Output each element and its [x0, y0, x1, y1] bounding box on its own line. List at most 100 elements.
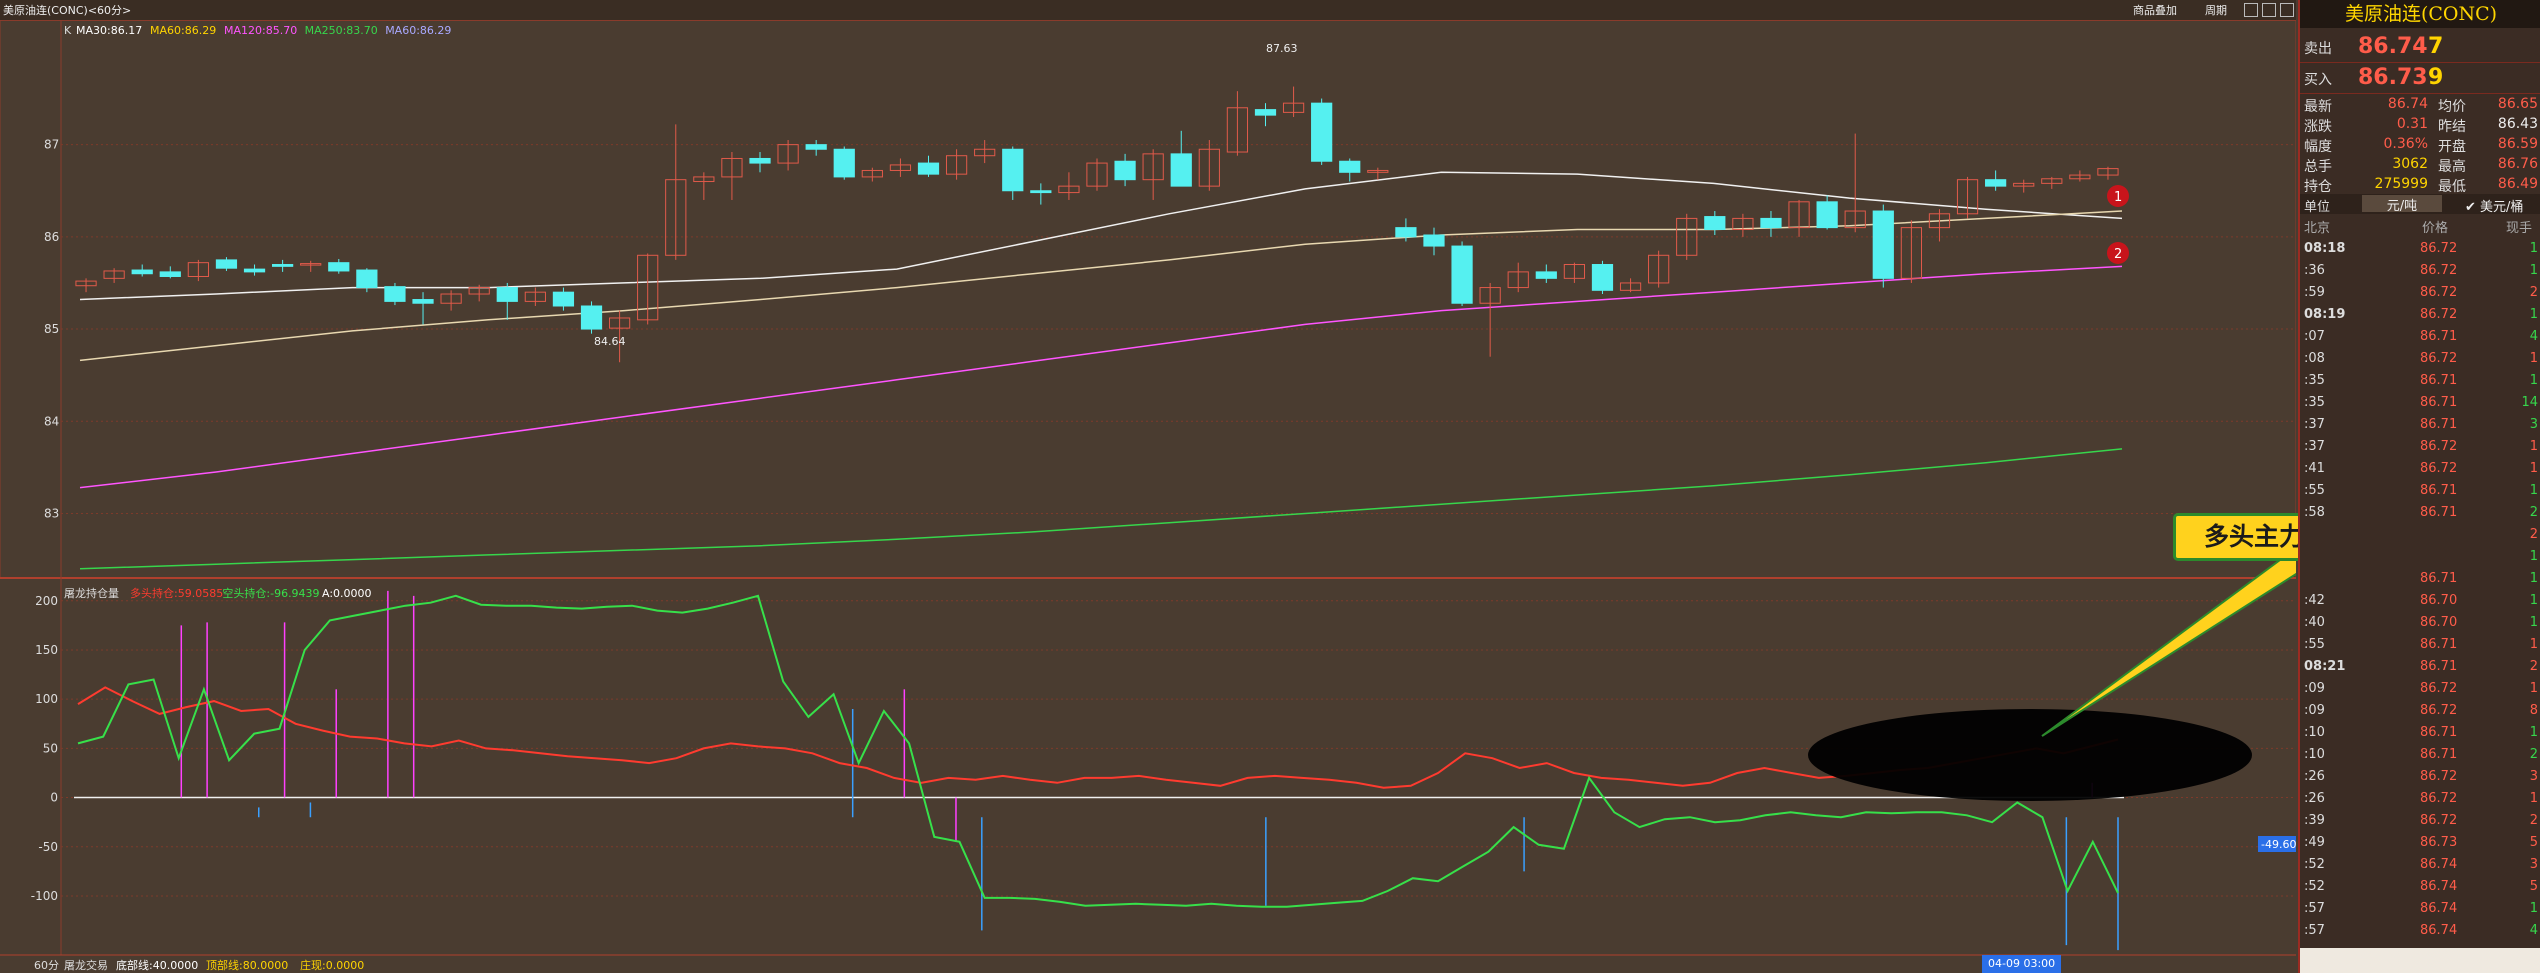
- close-icon[interactable]: [2280, 3, 2294, 17]
- candle[interactable]: [552, 287, 575, 311]
- candle[interactable]: [1816, 195, 1838, 230]
- candle[interactable]: [131, 264, 153, 277]
- candle[interactable]: [524, 287, 546, 306]
- candle[interactable]: [103, 268, 125, 283]
- tick-row[interactable]: :52 86.74 5: [2300, 876, 2540, 898]
- candle[interactable]: [945, 149, 968, 180]
- tick-row[interactable]: :37 86.72 1: [2300, 436, 2540, 458]
- candle[interactable]: [187, 259, 209, 282]
- tick-row[interactable]: 08:19 86.72 1: [2300, 304, 2540, 326]
- candle[interactable]: [833, 146, 855, 180]
- tick-row[interactable]: :09 86.72 8: [2300, 700, 2540, 722]
- candle[interactable]: [2069, 170, 2091, 182]
- candle[interactable]: [693, 172, 715, 200]
- candle[interactable]: [1844, 133, 1866, 233]
- candle[interactable]: [384, 282, 406, 306]
- tick-row[interactable]: :10 86.71 1: [2300, 722, 2540, 744]
- tick-row[interactable]: 2: [2300, 524, 2540, 546]
- tick-row[interactable]: :42 86.70 1: [2300, 590, 2540, 612]
- tick-row[interactable]: :55 86.71 1: [2300, 480, 2540, 502]
- candle[interactable]: [356, 268, 378, 293]
- candle[interactable]: [1985, 170, 2007, 191]
- tick-row[interactable]: :59 86.72 2: [2300, 282, 2540, 304]
- tick-row[interactable]: 08:21 86.71 2: [2300, 656, 2540, 678]
- restore-icon[interactable]: [2244, 3, 2258, 17]
- ask-row[interactable]: 卖出 86.74 7: [2300, 32, 2540, 63]
- candle[interactable]: [1479, 282, 1501, 357]
- candle[interactable]: [1704, 211, 1726, 236]
- candle[interactable]: [1648, 250, 1670, 288]
- tick-row[interactable]: :57 86.74 4: [2300, 920, 2540, 942]
- candle[interactable]: [1226, 91, 1249, 156]
- marker-2[interactable]: 2: [2107, 242, 2129, 264]
- candle[interactable]: [496, 282, 518, 320]
- tick-row[interactable]: 1: [2300, 546, 2540, 568]
- candle[interactable]: [328, 258, 350, 274]
- tick-row[interactable]: :35 86.71 14: [2300, 392, 2540, 414]
- tick-row[interactable]: :26 86.72 1: [2300, 788, 2540, 810]
- candle[interactable]: [1956, 176, 1979, 219]
- candle[interactable]: [1086, 158, 1108, 191]
- candle[interactable]: [580, 301, 603, 334]
- candle[interactable]: [1114, 153, 1136, 187]
- tick-row[interactable]: :52 86.74 3: [2300, 854, 2540, 876]
- candle[interactable]: [749, 152, 771, 173]
- marker-1[interactable]: 1: [2107, 185, 2129, 207]
- tick-row[interactable]: :26 86.72 3: [2300, 766, 2540, 788]
- tick-row[interactable]: :09 86.72 1: [2300, 678, 2540, 700]
- candle[interactable]: [1507, 262, 1529, 293]
- candle[interactable]: [2097, 166, 2119, 180]
- candle[interactable]: [2041, 176, 2063, 189]
- candle[interactable]: [721, 152, 743, 200]
- candle[interactable]: [1282, 86, 1305, 117]
- candle[interactable]: [974, 140, 996, 164]
- bid-row[interactable]: 买入 86.73 9: [2300, 63, 2540, 94]
- tick-row[interactable]: :58 86.71 2: [2300, 502, 2540, 524]
- candle[interactable]: [1002, 146, 1024, 200]
- candle[interactable]: [159, 266, 181, 279]
- candle[interactable]: [1339, 158, 1361, 182]
- candle[interactable]: [1563, 262, 1586, 283]
- tick-row[interactable]: :40 86.70 1: [2300, 612, 2540, 634]
- candle[interactable]: [1788, 199, 1810, 237]
- minimize-icon[interactable]: [2262, 3, 2276, 17]
- tick-row[interactable]: :49 86.73 5: [2300, 832, 2540, 854]
- tick-row[interactable]: :08 86.72 1: [2300, 348, 2540, 370]
- candle[interactable]: [1619, 278, 1642, 293]
- tick-row[interactable]: :07 86.71 4: [2300, 326, 2540, 348]
- candle[interactable]: [1142, 149, 1164, 200]
- kline-chart-area[interactable]: 87 86 85 84 83 200 150 100 50 0 -50 -100 K MA30:86.…: [0, 20, 2296, 973]
- tick-row[interactable]: :57 86.74 1: [2300, 898, 2540, 920]
- candle[interactable]: [917, 155, 940, 177]
- candle[interactable]: [243, 264, 266, 276]
- candle[interactable]: [1423, 227, 1445, 256]
- candle[interactable]: [1591, 260, 1614, 295]
- candle[interactable]: [1872, 204, 1894, 288]
- candle[interactable]: [1254, 103, 1277, 127]
- candle[interactable]: [412, 292, 434, 325]
- candle[interactable]: [777, 140, 799, 171]
- candle[interactable]: [1451, 241, 1473, 306]
- tick-row[interactable]: :37 86.71 3: [2300, 414, 2540, 436]
- candle[interactable]: [805, 140, 827, 156]
- candle[interactable]: [1760, 211, 1782, 237]
- tick-row[interactable]: :39 86.72 2: [2300, 810, 2540, 832]
- candle[interactable]: [1311, 98, 1333, 165]
- tick-row[interactable]: :36 86.72 1: [2300, 260, 2540, 282]
- candle[interactable]: [889, 158, 912, 177]
- candle[interactable]: [75, 278, 97, 293]
- candle[interactable]: [272, 259, 294, 272]
- candle[interactable]: [1367, 167, 1389, 180]
- commodity-overlay-button[interactable]: 商品叠加: [2133, 2, 2177, 18]
- candle[interactable]: [1535, 264, 1557, 283]
- candle[interactable]: [440, 290, 462, 311]
- unit-cny-option[interactable]: 元/吨: [2362, 195, 2442, 214]
- candle[interactable]: [215, 257, 238, 271]
- candle[interactable]: [1732, 213, 1754, 237]
- candle[interactable]: [1170, 130, 1192, 187]
- candle[interactable]: [1198, 140, 1220, 191]
- tick-list[interactable]: 08:18 86.72 1:36 86.72 1:59 86.72 2 08:19…: [2300, 238, 2540, 948]
- tick-row[interactable]: 86.71 1: [2300, 568, 2540, 590]
- candle[interactable]: [1058, 172, 1080, 200]
- period-button[interactable]: 周期: [2205, 2, 2227, 18]
